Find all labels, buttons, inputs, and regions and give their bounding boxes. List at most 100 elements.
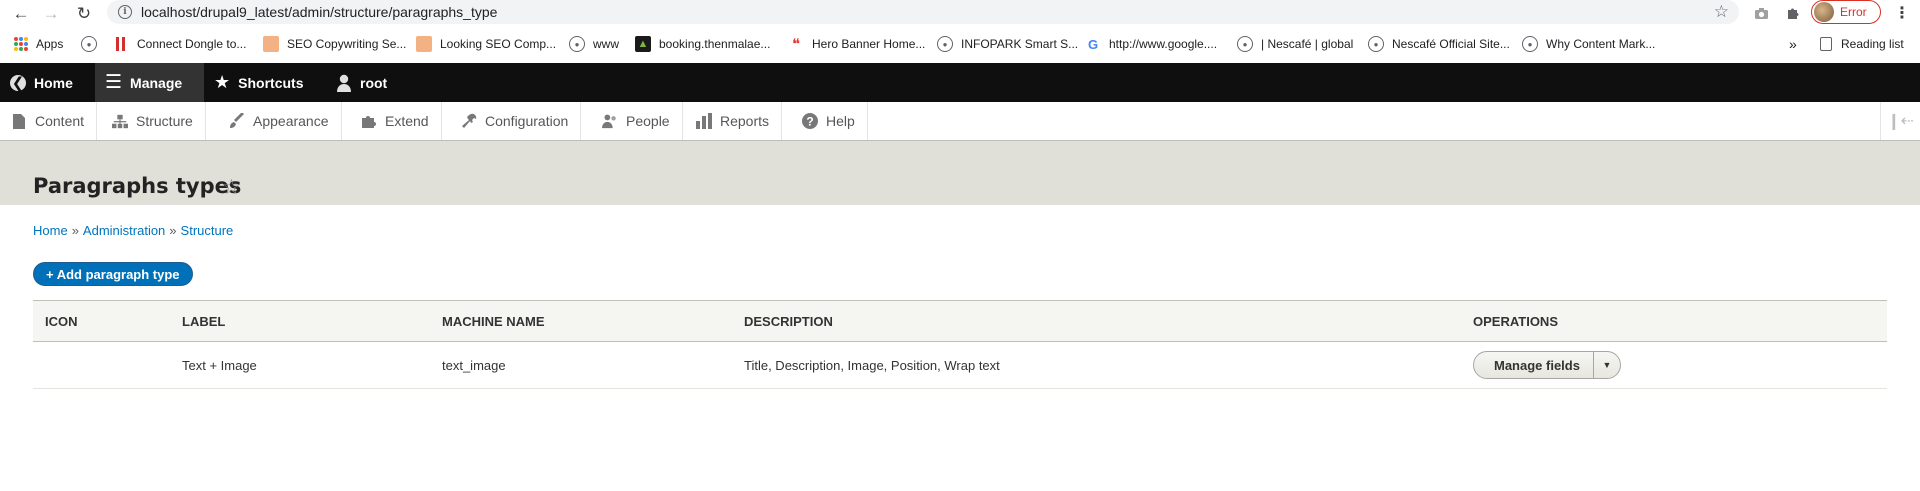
tray-help[interactable]: ? Help	[791, 102, 868, 140]
toolbar-shortcuts-label: Shortcuts	[238, 74, 304, 91]
bookmark-label: Why Content Mark...	[1546, 37, 1656, 51]
bookmark-item[interactable]: ● Nescafé Official Site...	[1368, 35, 1510, 53]
site-info-icon[interactable]: i	[118, 5, 132, 19]
toolbar-manage[interactable]: ☰ Manage	[95, 63, 204, 102]
wrench-icon	[461, 113, 477, 129]
toolbar-home[interactable]: ❮ Home	[0, 63, 83, 102]
tray-reports[interactable]: Reports	[685, 102, 783, 140]
tray-people[interactable]: People	[591, 102, 683, 140]
bookmark-item[interactable]: ❝ Hero Banner Home...	[788, 35, 925, 53]
bookmark-label: Nescafé Official Site...	[1392, 37, 1510, 51]
column-header-icon: ICON	[45, 313, 78, 329]
bookmark-item[interactable]: ▲ booking.thenmalae...	[635, 35, 770, 53]
document-icon	[11, 113, 27, 129]
svg-text:?: ?	[806, 115, 813, 129]
tray-structure-label: Structure	[136, 113, 193, 129]
globe-icon: ●	[1522, 36, 1538, 52]
add-to-shortcuts-star-icon[interactable]: ☆	[222, 175, 241, 200]
bookmark-label: booking.thenmalae...	[659, 37, 771, 51]
profile-status: Error	[1840, 5, 1867, 19]
operations-dropbutton: Manage fields ▼	[1473, 351, 1621, 379]
paintbrush-icon	[229, 113, 245, 129]
back-arrow-icon[interactable]: ←	[10, 2, 32, 24]
extensions-puzzle-icon[interactable]	[1781, 2, 1803, 24]
row-description: Title, Description, Image, Position, Wra…	[744, 357, 1000, 373]
reading-list-label: Reading list	[1841, 37, 1904, 51]
address-url[interactable]: localhost/drupal9_latest/admin/structure…	[141, 4, 497, 20]
bar-chart-icon	[696, 113, 712, 129]
help-icon: ?	[802, 113, 818, 129]
address-bar[interactable]: i localhost/drupal9_latest/admin/structu…	[107, 0, 1739, 24]
row-machine-name: text_image	[442, 357, 506, 373]
table-row: Text + Image text_image Title, Descripti…	[33, 342, 1887, 389]
column-header-description: DESCRIPTION	[744, 313, 833, 329]
star-icon: ★	[214, 72, 231, 92]
bookmark-item[interactable]: Looking SEO Comp...	[416, 35, 556, 53]
tray-configuration-label: Configuration	[485, 113, 569, 129]
bookmark-apps[interactable]: Apps	[14, 35, 63, 53]
browser-menu-icon[interactable]: ⋮	[1891, 2, 1913, 24]
bookmark-item[interactable]: SEO Copywriting Se...	[263, 35, 406, 53]
breadcrumb-home[interactable]: Home	[33, 223, 68, 238]
manage-fields-button[interactable]: Manage fields	[1474, 352, 1594, 378]
admin-toolbar-tray: Content Structure Appearance Extend Conf…	[0, 102, 1920, 141]
google-icon: G	[1087, 36, 1099, 52]
site-favicon-icon	[416, 36, 432, 52]
tray-configuration[interactable]: Configuration	[450, 102, 582, 140]
camera-icon[interactable]	[1750, 2, 1772, 24]
tray-appearance-label: Appearance	[253, 113, 329, 129]
forward-arrow-icon[interactable]: →	[40, 2, 62, 24]
bookmark-label: INFOPARK Smart S...	[961, 37, 1079, 51]
toolbar-manage-label: Manage	[130, 74, 183, 91]
tray-extend-label: Extend	[385, 113, 429, 129]
toolbar-home-label: Home	[34, 74, 73, 91]
bookmark-item[interactable]: G http://www.google....	[1085, 35, 1217, 53]
bookmark-item[interactable]: ● Why Content Mark...	[1522, 35, 1655, 53]
bookmarks-bar: Apps ● Connect Dongle to... SEO Copywrit…	[0, 29, 1920, 58]
bookmark-globe[interactable]: ●	[81, 35, 105, 53]
bookmark-label: Apps	[36, 37, 64, 51]
globe-icon: ●	[569, 36, 585, 52]
breadcrumb-structure[interactable]: Structure	[181, 223, 234, 238]
breadcrumb-administration[interactable]: Administration	[83, 223, 165, 238]
globe-icon: ●	[1237, 36, 1253, 52]
toolbar-user[interactable]: root	[326, 63, 397, 102]
page-title: Paragraphs types	[33, 174, 242, 198]
tray-content[interactable]: Content	[0, 102, 98, 140]
breadcrumb-separator: »	[71, 223, 79, 238]
toolbar-orientation-toggle-icon[interactable]: ❙⇠	[1880, 102, 1920, 140]
tray-structure[interactable]: Structure	[101, 102, 206, 140]
tray-reports-label: Reports	[720, 113, 770, 129]
bookmark-label: Hero Banner Home...	[812, 37, 926, 51]
back-chevron-icon: ❮	[10, 74, 26, 92]
bookmark-item[interactable]: Connect Dongle to...	[113, 35, 246, 53]
reload-icon[interactable]: ↻	[73, 2, 95, 24]
toolbar-user-label: root	[360, 74, 388, 91]
bookmarks-overflow-button[interactable]: »	[1789, 35, 1797, 53]
paragraph-types-table: ICON LABEL MACHINE NAME DESCRIPTION OPER…	[33, 300, 1887, 389]
tray-extend[interactable]: Extend	[350, 102, 442, 140]
dropdown-caret-icon[interactable]: ▼	[1594, 352, 1620, 378]
row-icon-cell	[33, 342, 170, 389]
table-header-row: ICON LABEL MACHINE NAME DESCRIPTION OPER…	[33, 300, 1887, 342]
bookmark-item[interactable]: ● www	[569, 35, 619, 53]
reading-list-button[interactable]: Reading list	[1820, 35, 1904, 53]
bookmark-star-icon[interactable]: ☆	[1714, 2, 1729, 22]
globe-icon: ●	[937, 36, 953, 52]
bookmark-item[interactable]: ● | Nescafé | global	[1237, 35, 1353, 53]
reading-list-icon	[1820, 37, 1832, 51]
tray-content-label: Content	[35, 113, 85, 129]
breadcrumb-separator: »	[169, 223, 177, 238]
globe-icon: ●	[81, 36, 97, 52]
toolbar-shortcuts[interactable]: ★ Shortcuts	[204, 63, 313, 102]
profile-button[interactable]: Error	[1811, 0, 1881, 24]
tray-appearance[interactable]: Appearance	[218, 102, 342, 140]
avatar	[1814, 2, 1834, 22]
site-favicon-icon: ▲	[635, 36, 651, 52]
bookmark-item[interactable]: ● INFOPARK Smart S...	[937, 35, 1078, 53]
add-paragraph-type-button[interactable]: + Add paragraph type	[33, 262, 193, 286]
admin-toolbar: ❮ Home ☰ Manage ★ Shortcuts root	[0, 63, 1920, 102]
column-header-label: LABEL	[182, 313, 226, 329]
bookmark-label: SEO Copywriting Se...	[287, 37, 407, 51]
puzzle-icon	[361, 113, 377, 129]
